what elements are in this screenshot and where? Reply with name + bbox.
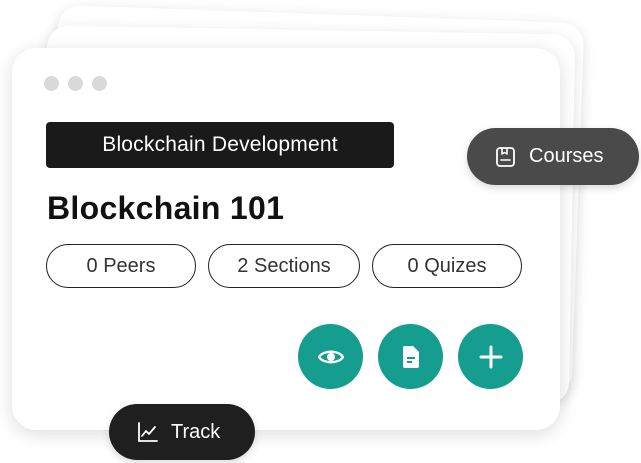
add-button[interactable] <box>458 324 523 389</box>
line-chart-icon <box>137 421 159 443</box>
courses-chip[interactable]: Courses <box>467 128 639 185</box>
document-button[interactable] <box>378 324 443 389</box>
track-chip-label: Track <box>171 420 221 443</box>
category-tag: Blockchain Development <box>46 122 394 168</box>
window-dot <box>92 76 107 91</box>
window-dot <box>44 76 59 91</box>
document-icon <box>402 345 419 368</box>
window-dot <box>68 76 83 91</box>
track-chip[interactable]: Track <box>109 404 255 460</box>
action-buttons <box>298 324 523 389</box>
window-dots <box>44 76 107 91</box>
eye-icon <box>317 350 344 363</box>
sections-stat: 2 Sections <box>208 244 360 288</box>
quizes-stat: 0 Quizes <box>372 244 522 288</box>
plus-icon <box>479 345 502 368</box>
stage: Blockchain Development Blockchain 101 0 … <box>0 0 641 463</box>
course-card[interactable]: Blockchain Development Blockchain 101 0 … <box>12 48 560 430</box>
course-title: Blockchain 101 <box>47 190 285 226</box>
courses-chip-label: Courses <box>529 145 604 167</box>
stats-row: 0 Peers 2 Sections 0 Quizes <box>46 244 522 288</box>
view-button[interactable] <box>298 324 363 389</box>
book-icon <box>495 146 517 168</box>
peers-stat: 0 Peers <box>46 244 196 288</box>
